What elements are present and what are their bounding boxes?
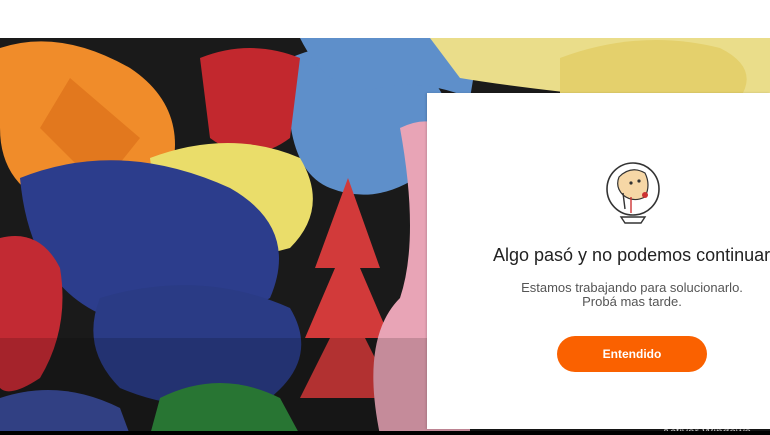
error-dialog: Algo pasó y no podemos continuar Estamos… [427,93,770,429]
hamster-wheel-icon [601,159,665,225]
dialog-title: Algo pasó y no podemos continuar [493,245,770,265]
understood-button[interactable]: Entendido [557,336,707,372]
app-screen: Algo pasó y no podemos continuar Estamos… [0,0,770,435]
top-bar [0,0,770,38]
dialog-message-line2: Probá mas tarde. [582,294,682,309]
dialog-message-line1: Estamos trabajando para solucionarlo. [521,280,743,295]
bottom-bar [0,431,770,435]
